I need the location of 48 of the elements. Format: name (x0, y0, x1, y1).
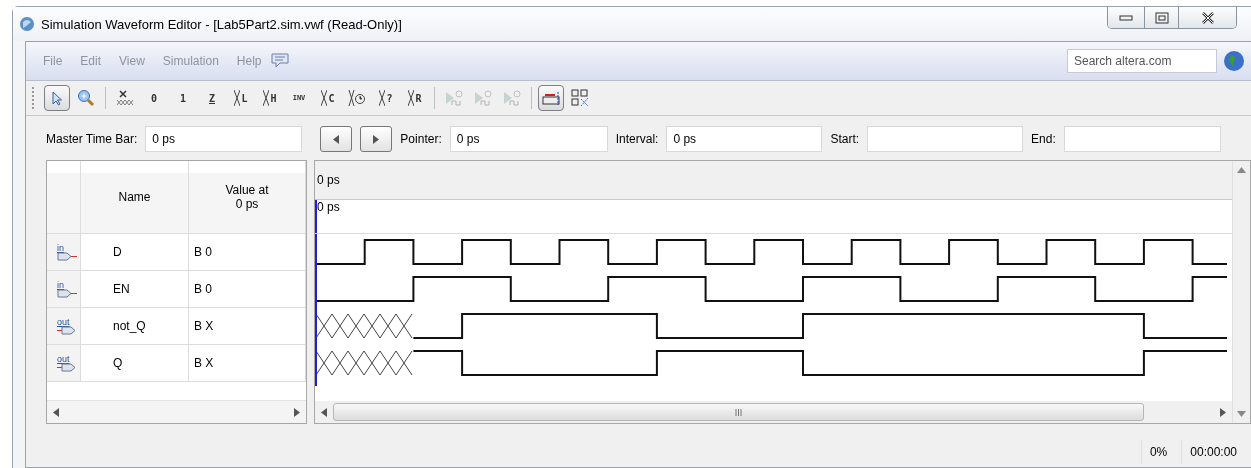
window-title: Simulation Waveform Editor - [Lab5Part2.sim.vwf (Read-Only)] (41, 16, 403, 32)
previous-button[interactable] (320, 126, 353, 152)
time-ruler-label: 0 ps (317, 173, 340, 187)
scroll-down-icon[interactable] (1237, 411, 1246, 417)
scroll-right-icon (1220, 407, 1226, 417)
snap-icon[interactable] (538, 85, 564, 111)
node-name: EN (113, 282, 130, 296)
right-arrow-icon (373, 134, 380, 144)
maximize-button[interactable] (1144, 7, 1178, 28)
search-field[interactable]: Search altera.com (1067, 49, 1217, 73)
elapsed-time: 00:00:00 (1181, 440, 1251, 464)
close-icon (1200, 11, 1215, 24)
node-value: B X (194, 319, 214, 333)
scroll-up-icon[interactable] (1237, 167, 1246, 173)
column-header: Name (117, 190, 152, 204)
node-name: Q (113, 356, 123, 370)
column-header: Value at 0 ps (224, 183, 270, 211)
progress-text: 0% (1140, 440, 1182, 464)
node-value: B X (194, 356, 214, 370)
next-button[interactable] (360, 126, 393, 152)
left-arrow-icon (333, 134, 340, 144)
scroll-right-icon (294, 407, 300, 417)
scroll-left-icon (53, 407, 59, 417)
start-field[interactable] (867, 126, 1024, 152)
node-name: not_Q (113, 319, 146, 333)
interval-field[interactable]: 0 ps (666, 126, 823, 152)
scroll-left-icon (321, 407, 327, 417)
node-value: B 0 (194, 282, 212, 296)
maximize-icon (1154, 11, 1169, 24)
field-label: Pointer: (400, 132, 442, 146)
node-value: B 0 (194, 245, 212, 259)
feedback-icon[interactable] (270, 53, 289, 69)
minimize-button[interactable] (1108, 7, 1144, 28)
node-name: D (113, 245, 122, 259)
close-button[interactable] (1178, 7, 1236, 28)
pointer-icon[interactable] (44, 85, 70, 111)
globe-icon[interactable] (1223, 50, 1245, 72)
pointer-field[interactable]: 0 ps (449, 126, 608, 152)
field-label: Master Time Bar: (46, 132, 138, 146)
master-time-field[interactable]: 0 ps (145, 126, 303, 152)
field-label: Interval: (615, 132, 659, 146)
time-cursor-label: 0 ps (315, 200, 340, 233)
app-logo-icon (19, 16, 35, 32)
field-label: Start: (830, 132, 860, 146)
field-label: End: (1031, 132, 1056, 146)
minimize-icon (1119, 14, 1133, 21)
scrollbar-thumb[interactable] (333, 403, 1144, 421)
end-field[interactable] (1063, 126, 1221, 152)
